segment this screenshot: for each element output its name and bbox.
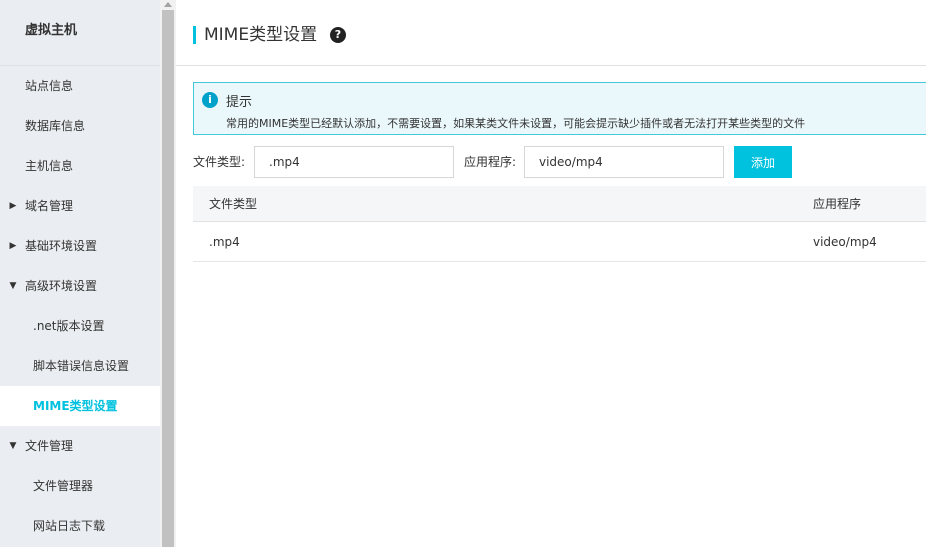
sidebar-item-advanced-env[interactable]: ▼ 高级环境设置 (0, 266, 160, 306)
sidebar: 虚拟主机 站点信息 数据库信息 主机信息 ▶ 域名管理 ▶ 基础环境设置 ▼ 高级环境… (0, 0, 160, 547)
column-header-file-type: 文件类型 (209, 197, 258, 211)
sidebar-item-label: 站点信息 (25, 79, 74, 93)
sidebar-item-label: .net版本设置 (33, 319, 105, 333)
notice-title: 提示 (226, 95, 253, 110)
file-type-label: 文件类型: (193, 155, 246, 169)
sidebar-item-label: MIME类型设置 (33, 399, 118, 413)
sidebar-item-domain-management[interactable]: ▶ 域名管理 (0, 186, 160, 226)
title-accent-bar (193, 26, 196, 44)
sidebar-item-mime-settings[interactable]: MIME类型设置 (0, 386, 160, 426)
sidebar-item-host-info[interactable]: 主机信息 (0, 146, 160, 186)
caret-right-icon: ▶ (9, 201, 17, 211)
caret-down-icon: ▼ (9, 441, 17, 451)
add-button[interactable]: 添加 (734, 146, 792, 178)
sidebar-title: 虚拟主机 (0, 0, 160, 66)
table-header: 文件类型 应用程序 (193, 186, 926, 222)
sidebar-item-label: 域名管理 (25, 199, 74, 213)
caret-down-icon: ▼ (9, 281, 17, 291)
main-content: MIME类型设置 ? i 提示 常用的MIME类型已经默认添加，不需要设置，如果… (176, 0, 926, 547)
page-title: MIME类型设置 (204, 25, 318, 45)
sidebar-item-file-manager[interactable]: 文件管理器 (0, 466, 160, 506)
app-input[interactable] (524, 146, 724, 178)
sidebar-item-label: 基础环境设置 (25, 239, 98, 253)
sidebar-item-script-error[interactable]: 脚本错误信息设置 (0, 346, 160, 386)
sidebar-item-label: 脚本错误信息设置 (33, 359, 130, 373)
sidebar-item-label: 高级环境设置 (25, 279, 98, 293)
column-header-application: 应用程序 (813, 197, 862, 211)
sidebar-item-basic-env[interactable]: ▶ 基础环境设置 (0, 226, 160, 266)
table-row: .mp4 video/mp4 (193, 222, 926, 262)
app-label: 应用程序: (464, 155, 517, 169)
caret-right-icon: ▶ (9, 241, 17, 251)
sidebar-item-file-management[interactable]: ▼ 文件管理 (0, 426, 160, 466)
cell-file-type: .mp4 (209, 235, 240, 249)
file-type-input[interactable] (254, 146, 454, 178)
sidebar-item-label: 主机信息 (25, 159, 74, 173)
sidebar-item-label: 数据库信息 (25, 119, 86, 133)
cell-application: video/mp4 (813, 235, 877, 249)
notice-text: 常用的MIME类型已经默认添加，不需要设置，如果某类文件未设置，可能会提示缺少插… (226, 117, 806, 130)
sidebar-scrollbar[interactable] (160, 0, 176, 547)
sidebar-item-log-download[interactable]: 网站日志下载 (0, 506, 160, 546)
sidebar-item-label: 文件管理器 (33, 479, 94, 493)
sidebar-item-label: 文件管理 (25, 439, 74, 453)
sidebar-item-label: 网站日志下载 (33, 519, 106, 533)
sidebar-item-database-info[interactable]: 数据库信息 (0, 106, 160, 146)
sidebar-item-site-info[interactable]: 站点信息 (0, 66, 160, 106)
info-circle-icon: i (202, 92, 218, 108)
mime-table: 文件类型 应用程序 .mp4 video/mp4 (193, 186, 926, 262)
scroll-up-arrow-icon[interactable] (164, 2, 172, 7)
question-circle-icon[interactable]: ? (330, 27, 346, 43)
scroll-thumb[interactable] (162, 10, 174, 547)
sidebar-item-net-version[interactable]: .net版本设置 (0, 306, 160, 346)
notice-box: i 提示 常用的MIME类型已经默认添加，不需要设置，如果某类文件未设置，可能会… (193, 82, 926, 135)
page-header: MIME类型设置 ? (176, 0, 926, 66)
